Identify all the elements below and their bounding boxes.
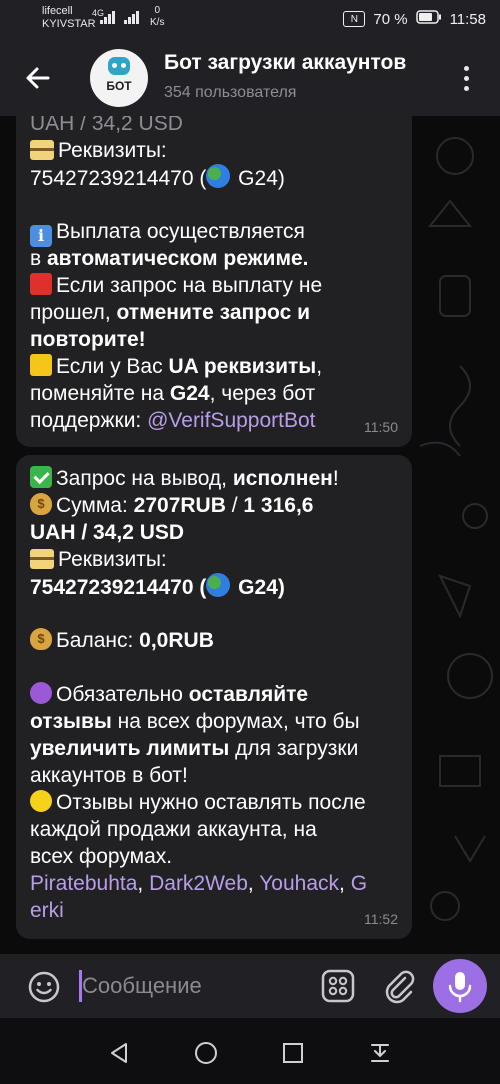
withdraw-status: Запрос на вывод, исполнен! [30,465,398,492]
back-button[interactable] [22,62,54,94]
nav-back-button[interactable] [106,1040,132,1066]
requisites-value: 75427239214470 ( G24) [30,573,398,600]
credit-card-icon [30,140,54,160]
red-square-icon [30,273,52,295]
globe-icon [206,164,231,188]
yellow-line: Если у Вас UA реквизиты, [30,353,398,380]
nav-recents-button[interactable] [280,1040,306,1066]
link-dark2web[interactable]: Dark2Web [149,872,248,895]
carrier-2: KYIVSTAR [42,18,96,30]
forum-links: Piratebuhta, Dark2Web, Youhack, G [30,872,368,895]
purple-line: Обязательно оставляйте [30,681,398,708]
message-time: 11:52 [364,911,398,927]
yellow-circle-icon [30,790,52,812]
link-gerki-part1[interactable]: G [351,872,367,895]
microphone-icon [448,972,472,1003]
link-piratebuhta[interactable]: Piratebuhta [30,872,137,895]
amount-line: Сумма: 2707RUB / 1 316,6 [30,492,398,519]
pull-down-icon [371,1044,389,1062]
battery-level: 70 % [373,10,408,28]
requisites-label: Реквизиты: [30,137,398,164]
chat-subtitle: 354 пользователя [164,84,297,101]
red-line: Если запрос на выплату не [30,272,398,299]
nav-home-button[interactable] [193,1040,219,1066]
globe-icon [206,573,231,597]
yellow-square-icon [30,354,52,376]
triangle-back-icon [111,1043,127,1063]
info-line: i Выплата осуществляется [30,218,398,247]
money-bag-icon [30,628,52,650]
message-bubble-1[interactable]: UAH / 34,2 USD Реквизиты: 75427239214470… [16,116,412,447]
support-bot-link[interactable]: @VerifSupportBot [147,409,315,432]
attach-button[interactable] [381,968,417,1004]
voice-record-button[interactable] [433,959,487,1013]
signal-icon [100,10,116,24]
message-time: 11:50 [364,419,398,435]
status-right: N 70 % 11:58 [343,10,486,28]
nav-notifications-button[interactable] [367,1040,393,1066]
nfc-icon: N [343,11,366,27]
carrier-names: lifecell KYIVSTAR [42,5,96,31]
money-bag-icon [30,493,52,515]
more-menu-button[interactable] [456,64,476,92]
bot-menu-button[interactable] [321,969,355,1003]
status-bar: lifecell KYIVSTAR 4G 0 K/s N 70 % 11:58 [0,0,500,38]
requisites-value: 75427239214470 ( G24) [30,164,398,191]
message-input[interactable]: Сообщение [82,973,202,999]
clock: 11:58 [449,10,486,28]
yellow-circle-line: Отзывы нужно оставлять после [30,789,398,816]
message-input-bar: Сообщение [0,954,500,1018]
balance-line: Баланс: 0,0RUB [30,627,398,654]
link-gerki-part2[interactable]: erki [30,899,64,922]
net-speed: 0 K/s [150,5,165,28]
purple-circle-icon [30,682,52,704]
chat-avatar[interactable]: БОТ [90,49,148,107]
battery-icon [415,10,442,28]
requisites-label: Реквизиты: [30,546,398,573]
credit-card-icon [30,549,54,569]
grid-icon [321,969,355,1003]
emoji-button[interactable] [27,970,61,1004]
smile-icon [28,971,60,1003]
check-icon [30,466,52,488]
circle-home-icon [195,1042,217,1064]
robot-icon [108,57,130,75]
message-bubble-2[interactable]: Запрос на вывод, исполнен! Сумма: 2707RU… [16,455,412,939]
partial-line: UAH / 34,2 USD [30,116,183,135]
chat-title[interactable]: Бот загрузки аккаунтов [164,51,436,75]
square-recents-icon [283,1043,303,1063]
info-icon: i [30,225,52,247]
chat-header: БОТ Бот загрузки аккаунтов 354 пользоват… [0,38,500,116]
chat-area[interactable]: UAH / 34,2 USD Реквизиты: 75427239214470… [0,116,500,954]
avatar-text: БОТ [106,79,132,93]
system-nav-bar [0,1018,500,1084]
paperclip-icon [385,970,415,1004]
carrier-1: lifecell [42,5,73,17]
link-youhack[interactable]: Youhack [259,872,339,895]
signal-icon-2 [124,10,140,24]
arrow-left-icon [26,67,50,89]
